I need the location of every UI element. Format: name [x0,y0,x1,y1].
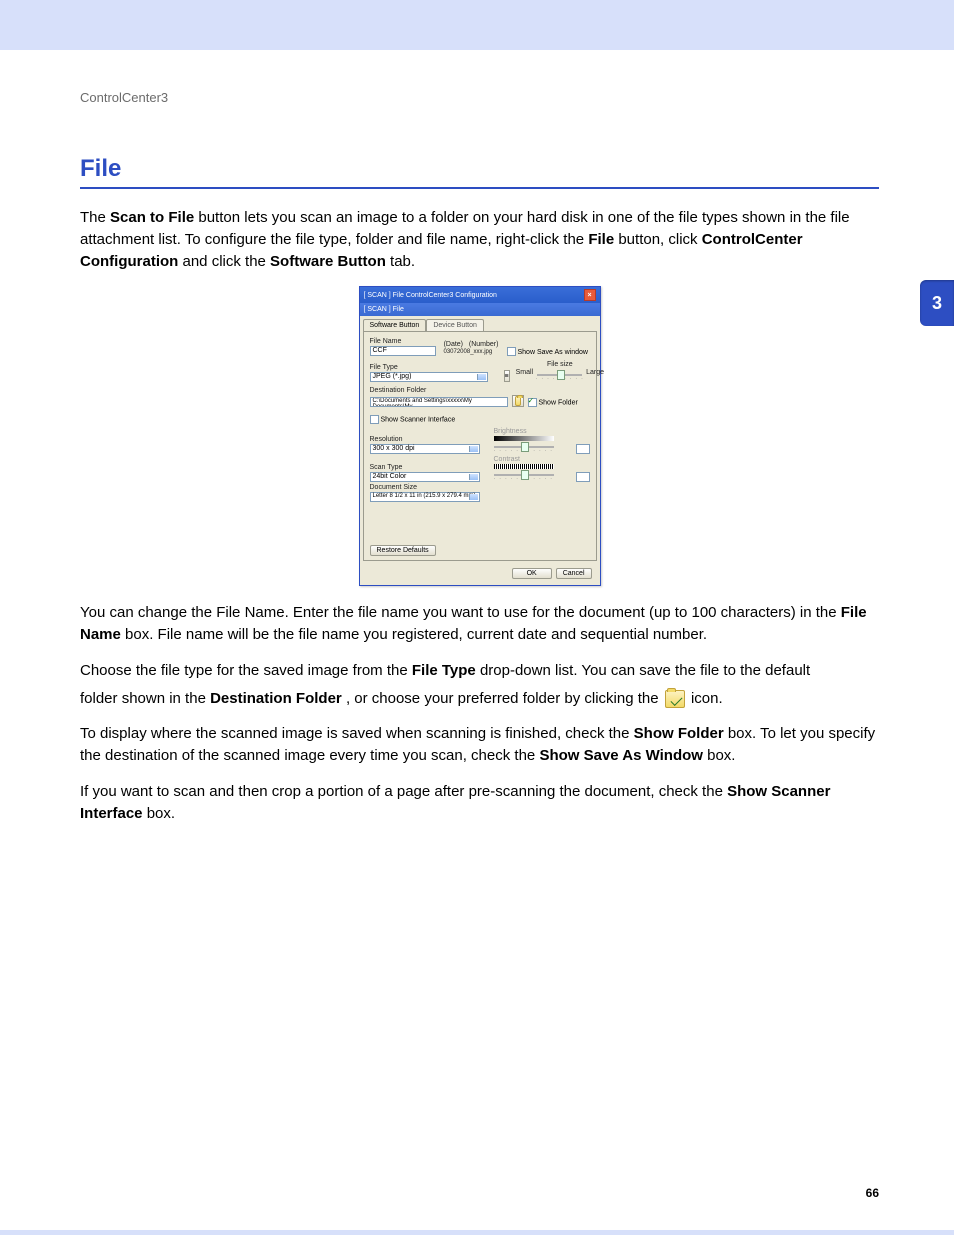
tab-software-button[interactable]: Software Button [363,319,427,331]
page-header: ControlCenter3 [80,90,879,105]
text: Choose the file type for the saved image… [80,662,412,679]
checkbox-icon [507,347,516,356]
intro-paragraph: The Scan to File button lets you scan an… [80,207,879,272]
page-number: 66 [866,1186,879,1200]
resolution-select[interactable]: 300 x 300 dpi [370,444,480,454]
ok-button[interactable]: OK [512,568,552,579]
dialog-button-row: OK Cancel [360,564,600,585]
show-folder-checkbox[interactable]: Show Folder [528,398,578,407]
destination-folder-input[interactable]: C:\Documents and Settings\xxxxx\My Docum… [370,397,508,407]
dialog-subtitle: [ SCAN ] File [360,303,600,316]
show-save-as-checkbox[interactable]: Show Save As window [507,349,588,356]
label-scan-type: Scan Type [370,464,490,471]
example-filename: 03072008_xxx.jpg [444,349,499,355]
checkbox-icon [370,415,379,424]
document-page: ControlCenter3 File The Scan to File but… [0,50,954,1230]
text: box. File name will be the file name you… [125,626,707,643]
text: tab. [390,253,415,270]
label-document-size: Document Size [370,484,590,491]
paragraph-filename: You can change the File Name. Enter the … [80,602,879,646]
brightness-value[interactable] [576,444,590,454]
contrast-slider[interactable] [494,474,554,476]
contrast-value[interactable] [576,472,590,482]
text: and click the [183,253,271,270]
label-file-size: File size [516,361,604,368]
text: icon. [691,690,723,707]
label-file-name: File Name [370,338,440,345]
brightness-slider[interactable] [494,446,554,448]
bold-show-save-as-window: Show Save As Window [539,747,703,764]
text: To display where the scanned image is sa… [80,725,634,742]
text: You can change the File Name. Enter the … [80,604,841,621]
text: button, click [618,231,701,248]
paragraph-scannerinterface: If you want to scan and then crop a port… [80,781,879,825]
checkbox-icon [528,398,537,407]
file-type-select[interactable]: JPEG (*.jpg) [370,372,488,382]
paragraph-showfolder: To display where the scanned image is sa… [80,723,879,767]
tab-device-button[interactable]: Device Button [426,319,484,331]
bold-destination-folder: Destination Folder [210,690,342,707]
text: box. [707,747,735,764]
label-large: Large [586,369,604,376]
label-date: (Date) (Number) [444,341,499,348]
brightness-gradient [494,436,554,441]
text: box. [147,805,175,822]
restore-defaults-button[interactable]: Restore Defaults [370,545,436,556]
text: The [80,209,110,226]
bold-scan-to-file: Scan to File [110,209,194,226]
bold-file-type: File Type [412,662,476,679]
dialog-title: [ SCAN ] File ControlCenter3 Configurati… [364,292,497,299]
chapter-tab: 3 [920,280,954,326]
tab-panel: File Name CCF (Date) (Number) 03072008_x… [363,331,597,561]
bold-show-folder: Show Folder [634,725,724,742]
folder-icon [665,690,685,708]
section-title: File [80,155,879,183]
label-contrast: Contrast [494,456,572,463]
text: drop-down list. You can save the file to… [480,662,810,679]
browse-folder-button[interactable] [512,395,524,407]
label-small: Small [516,369,534,376]
contrast-pattern [494,464,554,469]
document-size-select[interactable]: Letter 8 1/2 x 11 in (215.9 x 279.4 mm) [370,492,480,502]
bold-software-button: Software Button [270,253,386,270]
slider-ticks: · · · · · · · · · · · [494,476,572,482]
file-name-input[interactable]: CCF [370,346,436,356]
close-icon[interactable]: × [584,289,596,301]
cancel-button[interactable]: Cancel [556,568,592,579]
label-brightness: Brightness [494,428,572,435]
label-resolution: Resolution [370,436,490,443]
section-rule [80,187,879,189]
file-type-settings-button[interactable]: ≡ [504,370,510,382]
paragraph-destination: folder shown in the Destination Folder ,… [80,688,879,710]
bold-file: File [588,231,614,248]
scan-type-select[interactable]: 24bit Color [370,472,480,482]
dialog-titlebar: [ SCAN ] File ControlCenter3 Configurati… [360,287,600,303]
slider-ticks: · · · · · · · · · · · [494,448,572,454]
text: , or choose your preferred folder by cli… [346,690,663,707]
config-dialog: [ SCAN ] File ControlCenter3 Configurati… [359,286,601,586]
folder-icon [515,396,521,406]
text: If you want to scan and then crop a port… [80,783,727,800]
tab-bar: Software Button Device Button [360,316,600,331]
paragraph-filetype: Choose the file type for the saved image… [80,660,879,682]
text: folder shown in the [80,690,210,707]
show-scanner-interface-checkbox[interactable]: Show Scanner Interface [370,415,590,424]
label-destination-folder: Destination Folder [370,387,590,394]
label-file-type: File Type [370,364,500,371]
file-size-slider[interactable] [537,374,582,376]
